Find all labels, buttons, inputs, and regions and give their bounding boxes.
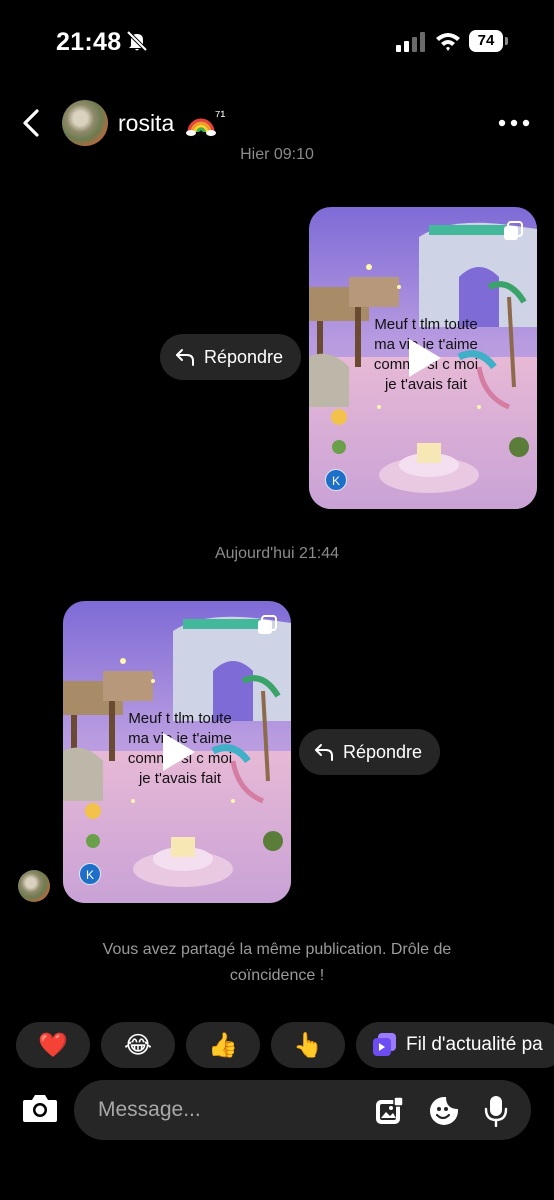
reply-label: Répondre (343, 741, 423, 762)
thumbs-up-emoji: 👍 (208, 1031, 238, 1059)
back-chevron-icon[interactable] (20, 108, 42, 138)
microphone-icon[interactable] (484, 1095, 508, 1127)
reaction-thumbs-up[interactable]: 👍 (186, 1022, 260, 1068)
reply-button-1[interactable]: Répondre (160, 334, 302, 380)
laughing-emoji: 😂 (123, 1031, 153, 1059)
contact-name[interactable]: rosita (118, 110, 174, 137)
camera-icon[interactable] (22, 1092, 58, 1124)
reaction-heart[interactable]: ❤️ (16, 1022, 90, 1068)
bell-off-icon (126, 30, 148, 52)
reply-button-2[interactable]: Répondre (299, 729, 441, 775)
sticker-icon[interactable] (428, 1095, 460, 1127)
reply-label: Répondre (204, 346, 284, 367)
feed-suggestion-chip[interactable]: Fil d'actualité pa (356, 1022, 554, 1068)
shared-post-received[interactable]: Meuf t tlm toute ma vie je t'aime comme … (63, 601, 291, 903)
feed-chip-label: Fil d'actualité pa (406, 1034, 543, 1055)
carousel-icon (258, 615, 277, 634)
shared-post-sent[interactable]: Meuf t tlm toute ma vie je t'aime comme … (309, 207, 537, 509)
feed-icon (373, 1033, 396, 1056)
reaction-pointing-up[interactable]: 👆 (271, 1022, 345, 1068)
post-author-badge: K (79, 863, 101, 885)
message-composer (74, 1080, 531, 1140)
status-time: 21:48 (56, 28, 122, 56)
contact-avatar[interactable] (62, 100, 108, 146)
battery-level: 74 (469, 30, 503, 52)
status-bar: 21:48 74 (0, 0, 554, 84)
play-icon[interactable] (159, 731, 197, 773)
cellular-signal-icon (396, 32, 425, 52)
more-options-icon[interactable] (498, 118, 530, 128)
reply-arrow-icon (315, 744, 333, 761)
post-author-badge: K (325, 469, 347, 491)
wifi-icon (436, 33, 460, 51)
message-input[interactable] (98, 1080, 358, 1140)
carousel-icon (504, 221, 523, 240)
battery-icon: 74 (469, 30, 509, 52)
earlier-timestamp: Hier 09:10 (240, 146, 314, 163)
rainbow-emoji (186, 118, 216, 136)
pointing-up-emoji: 👆 (293, 1031, 323, 1059)
reply-arrow-icon (176, 349, 194, 366)
coincidence-note: Vous avez partagé la même publication. D… (102, 941, 452, 984)
gallery-icon[interactable] (374, 1096, 404, 1126)
heart-emoji: ❤️ (38, 1031, 68, 1059)
play-icon[interactable] (405, 337, 443, 379)
contact-name-suffix: ⁷¹ (215, 108, 226, 125)
sender-avatar[interactable] (18, 870, 50, 902)
timestamp: Aujourd'hui 21:44 (214, 545, 340, 562)
reaction-laughing[interactable]: 😂 (101, 1022, 175, 1068)
